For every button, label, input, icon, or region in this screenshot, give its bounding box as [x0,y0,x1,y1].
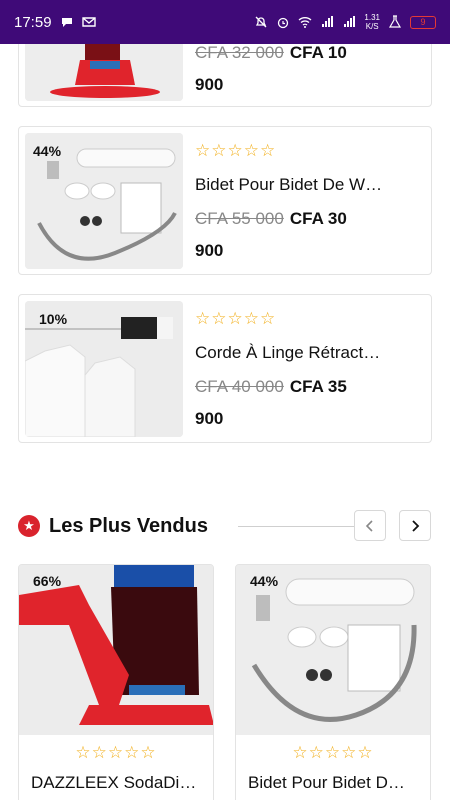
net-speed-unit: K/S [365,22,379,31]
battery-indicator: 9 [410,15,436,29]
product-image[interactable]: 44% [25,133,183,269]
soda-dispenser-image [25,44,183,101]
bidet-kit-image [236,565,430,735]
new-price: CFA 30 [289,209,347,228]
rating-stars: ☆☆☆☆☆ [75,743,157,762]
rating-stars: ☆☆☆☆☆ [292,743,374,762]
net-speed-value: 1.31 [364,13,380,22]
old-price: CFA 55 000 [195,209,284,228]
clock: 17:59 [14,13,52,31]
price-row: CFA 40 000 CFA 35 [195,377,423,397]
product-name[interactable]: DAZZLEEX SodaDi… [31,773,201,793]
rating-stars: ☆☆☆☆☆ [195,309,277,328]
chevron-right-icon [412,519,420,532]
rating-stars: ☆☆☆☆☆ [195,141,277,160]
best-seller-card[interactable]: 66% ☆☆☆☆☆ DAZZLEEX SodaDi… [18,564,214,800]
page-content: CFA 32 000 CFA 10 900 44% ☆☆☆☆☆ Bidet Pou… [0,44,450,800]
previous-button[interactable] [354,510,386,541]
best-seller-card[interactable]: 44% ☆☆☆☆☆ Bidet Pour Bidet D… [235,564,431,800]
new-price: CFA 10 [289,44,347,62]
product-image[interactable]: 10% [25,301,183,437]
discount-badge: 10% [39,311,68,327]
discount-badge: 44% [33,143,62,159]
product-name[interactable]: Bidet Pour Bidet D… [248,773,418,793]
discount-badge: 66% [33,573,62,589]
price-tail: 900 [195,75,224,94]
signal-icon [322,16,334,27]
wifi-icon [298,17,312,28]
best-sellers-header: ★ Les Plus Vendus [18,510,432,542]
old-price: CFA 32 000 [195,44,284,62]
price-tail: 900 [195,409,224,428]
old-price: CFA 40 000 [195,377,284,396]
price-tail: 900 [195,241,224,260]
chevron-left-icon [365,519,373,532]
flask-icon [388,15,402,28]
new-price: CFA 35 [289,377,347,396]
battery-level: 9 [420,17,426,27]
product-name[interactable]: Corde À Linge Rétract… [195,343,423,363]
gmail-icon [81,17,96,27]
product-card[interactable]: CFA 32 000 CFA 10 900 [18,44,432,107]
product-image[interactable]: 66% [19,565,213,735]
price-row: CFA 32 000 CFA 10 [195,44,423,63]
signal-icon-2 [344,16,356,27]
product-name[interactable]: Bidet Pour Bidet De W… [195,175,423,195]
status-bar: 17:59 1.31 K/S 9 [0,0,450,44]
product-card[interactable]: 44% ☆☆☆☆☆ Bidet Pour Bidet De W… CFA 55 … [18,126,432,275]
alarm-icon [278,17,289,29]
bell-off-icon [255,16,267,28]
next-button[interactable] [399,510,431,541]
product-card[interactable]: 10% ☆☆☆☆☆ Corde À Linge Rétract… CFA 40 … [18,294,432,443]
discount-badge: 44% [250,573,279,589]
section-title: Les Plus Vendus [49,514,208,537]
star-badge-icon: ★ [18,515,40,537]
net-speed: 1.31 K/S [364,13,380,31]
soda-dispenser-image [19,565,213,735]
product-image[interactable]: 44% [236,565,430,735]
price-row: CFA 55 000 CFA 30 [195,209,423,229]
chat-bubble-icon [61,18,72,27]
product-image[interactable] [25,44,183,101]
section-divider [238,526,358,527]
